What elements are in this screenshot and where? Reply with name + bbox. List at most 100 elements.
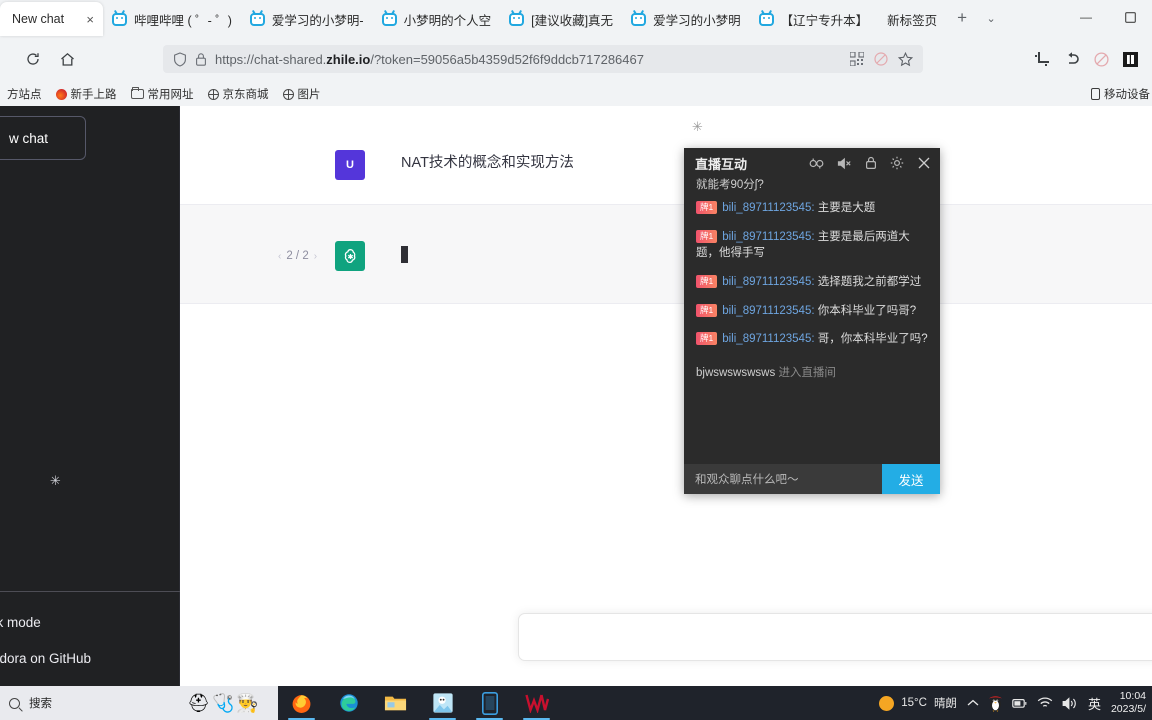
fan-badge: 牌1 — [696, 303, 718, 317]
tab-title: [建议收藏]真无 — [531, 13, 614, 28]
conversation-area: ✳ U NAT技术的概念和实现方法 ‹ 2 / 2 › — [180, 106, 1152, 686]
live-chat-input[interactable]: 和观众聊点什么吧～ — [684, 464, 882, 494]
tab-bilibili-6[interactable]: 【辽宁专升本】 — [750, 2, 878, 36]
live-panel-title: 直播互动 — [695, 156, 748, 172]
taskbar-app-wps[interactable] — [513, 686, 560, 720]
no-entry-icon[interactable] — [874, 52, 888, 66]
lock-icon[interactable] — [865, 156, 877, 170]
tab-title: 小梦明的个人空 — [403, 13, 492, 28]
shield-icon[interactable] — [173, 51, 187, 67]
fire-icon — [55, 88, 67, 100]
tab-new-chat[interactable]: New chat × — [0, 2, 103, 36]
taskbar-search[interactable]: 搜索 — [0, 686, 168, 720]
pager-prev-button[interactable]: ‹ — [278, 251, 281, 262]
tab-bilibili-5[interactable]: 爱学习的小梦明 — [622, 2, 750, 36]
bookmark-label: 方站点 — [7, 89, 42, 101]
live-username[interactable]: bili_89711123545: — [722, 202, 814, 214]
taskbar-weather[interactable]: 15°C 晴朗 — [879, 695, 957, 711]
live-username[interactable]: bili_89711123545: — [722, 333, 814, 345]
new-chat-label: w chat — [9, 130, 49, 146]
lock-icon[interactable] — [195, 52, 207, 67]
taskbar-app-photos[interactable] — [419, 686, 466, 720]
live-username[interactable]: bili_89711123545: — [722, 231, 814, 243]
pager-next-button[interactable]: › — [314, 251, 317, 262]
emoji-69-icon[interactable] — [809, 157, 824, 170]
bookmarks-bar: 方站点 新手上路 常用网址 京东商城 图片 移动设备 — [0, 82, 1152, 106]
bookmark-item[interactable]: 图片 — [276, 86, 328, 102]
photos-icon — [432, 693, 453, 713]
live-message: 牌1 bili_89711123545: 你本科毕业了吗哥? — [696, 303, 928, 320]
file-explorer-icon — [384, 696, 407, 711]
address-bar[interactable]: https://chat-shared.zhile.io/?token=5905… — [163, 45, 923, 73]
globe-icon — [207, 88, 219, 100]
toolbar-actions — [1034, 45, 1144, 73]
tab-bilibili-1[interactable]: 哔哩哔哩 ( ゜- ゜) — [103, 2, 241, 36]
minimize-button[interactable]: — — [1064, 0, 1108, 34]
star-icon[interactable] — [897, 51, 914, 67]
home-button[interactable] — [50, 42, 84, 76]
message-row-user: U NAT技术的概念和实现方法 — [180, 138, 1152, 198]
taskbar-clock[interactable]: 10:04 2023/5/ — [1111, 690, 1146, 716]
tab-bilibili-4[interactable]: [建议收藏]真无 — [500, 2, 622, 36]
typing-caret-icon — [401, 245, 408, 263]
browser-chrome: New chat × 哔哩哔哩 ( ゜- ゜) 爱学习的小梦明- 小梦明的个人空… — [0, 0, 1152, 106]
live-panel-subtitle: 就能考90分ʃ? — [696, 179, 764, 191]
clock-date: 2023/5/ — [1110, 703, 1146, 715]
gear-icon[interactable] — [890, 156, 904, 170]
live-message-text: 你本科毕业了吗哥? — [817, 304, 917, 317]
battery-icon[interactable] — [1012, 698, 1028, 709]
screenshot-icon[interactable] — [1034, 51, 1050, 67]
tab-close-icon[interactable]: × — [82, 13, 94, 26]
weather-condition: 晴朗 — [933, 698, 957, 710]
taskbar-widget[interactable]: ⛑ 🩺 👨‍🍳 — [168, 686, 278, 720]
sidebar-item-dark-mode[interactable]: rk mode — [0, 604, 180, 640]
qrcode-icon[interactable] — [849, 51, 865, 67]
live-message-text: 主要是大题 — [817, 202, 876, 214]
wifi-icon[interactable] — [1037, 697, 1053, 709]
message-composer[interactable] — [518, 613, 1152, 661]
taskbar-app-firefox[interactable] — [278, 686, 325, 720]
reload-button[interactable] — [16, 42, 50, 76]
tab-title: 哔哩哔哩 ( ゜- ゜) — [134, 13, 232, 28]
undo-icon[interactable] — [1064, 51, 1080, 67]
chef-icon: 👨‍🍳 — [236, 692, 259, 713]
bookmark-item[interactable]: 常用网址 — [124, 86, 201, 102]
maximize-button[interactable] — [1108, 0, 1152, 34]
taskbar-app-phone-link[interactable] — [466, 686, 513, 720]
mobile-devices-bookmark[interactable]: 移动设备 — [1091, 86, 1150, 102]
live-send-button[interactable]: 发送 — [882, 464, 940, 494]
taskbar-app-edge[interactable] — [325, 686, 372, 720]
page-content: w chat ✳ rk mode ndora on GitHub ✳ U NAT… — [0, 106, 1152, 686]
taskbar-app-file-explorer[interactable] — [372, 686, 419, 720]
bookmark-item[interactable]: 京东商城 — [201, 86, 276, 102]
live-username[interactable]: bili_89711123545: — [722, 305, 814, 317]
close-icon[interactable] — [917, 156, 931, 170]
bilibili-favicon-icon — [249, 12, 265, 26]
tab-bilibili-3[interactable]: 小梦明的个人空 — [373, 2, 501, 36]
new-tab-button[interactable]: + — [947, 3, 977, 33]
bilibili-favicon-icon — [758, 12, 774, 26]
tab-list-chevron-down-icon[interactable]: ⌄ — [977, 3, 1005, 33]
bookmark-item[interactable]: 新手上路 — [49, 86, 124, 102]
chevron-up-icon[interactable] — [967, 699, 979, 707]
penguin-icon[interactable] — [988, 695, 1003, 712]
tab-bilibili-2[interactable]: 爱学习的小梦明- — [241, 2, 373, 36]
bilibili-favicon-icon — [509, 12, 525, 26]
new-chat-button[interactable]: w chat — [0, 116, 86, 160]
penguin-glyph — [988, 695, 1002, 712]
tab-title: New chat — [12, 12, 65, 26]
bookmark-item[interactable]: 方站点 — [0, 86, 49, 102]
live-enter-username: bjwswswswsws — [696, 367, 776, 380]
no-entry-icon[interactable] — [1094, 51, 1109, 67]
sidebar-item-github[interactable]: ndora on GitHub — [0, 640, 180, 676]
reader-icon[interactable] — [1123, 51, 1138, 67]
volume-icon[interactable] — [1062, 696, 1078, 710]
live-username[interactable]: bili_89711123545: — [722, 276, 814, 288]
live-enter-text: 进入直播间 — [778, 367, 836, 380]
firefox-icon — [292, 694, 311, 713]
mute-icon[interactable] — [837, 157, 852, 170]
fan-badge: 牌1 — [696, 201, 718, 214]
new-tab-label[interactable]: 新标签页 — [877, 2, 947, 36]
ime-indicator[interactable]: 英 — [1088, 694, 1101, 713]
tab-strip: New chat × 哔哩哔哩 ( ゜- ゜) 爱学习的小梦明- 小梦明的个人空… — [0, 0, 1152, 36]
